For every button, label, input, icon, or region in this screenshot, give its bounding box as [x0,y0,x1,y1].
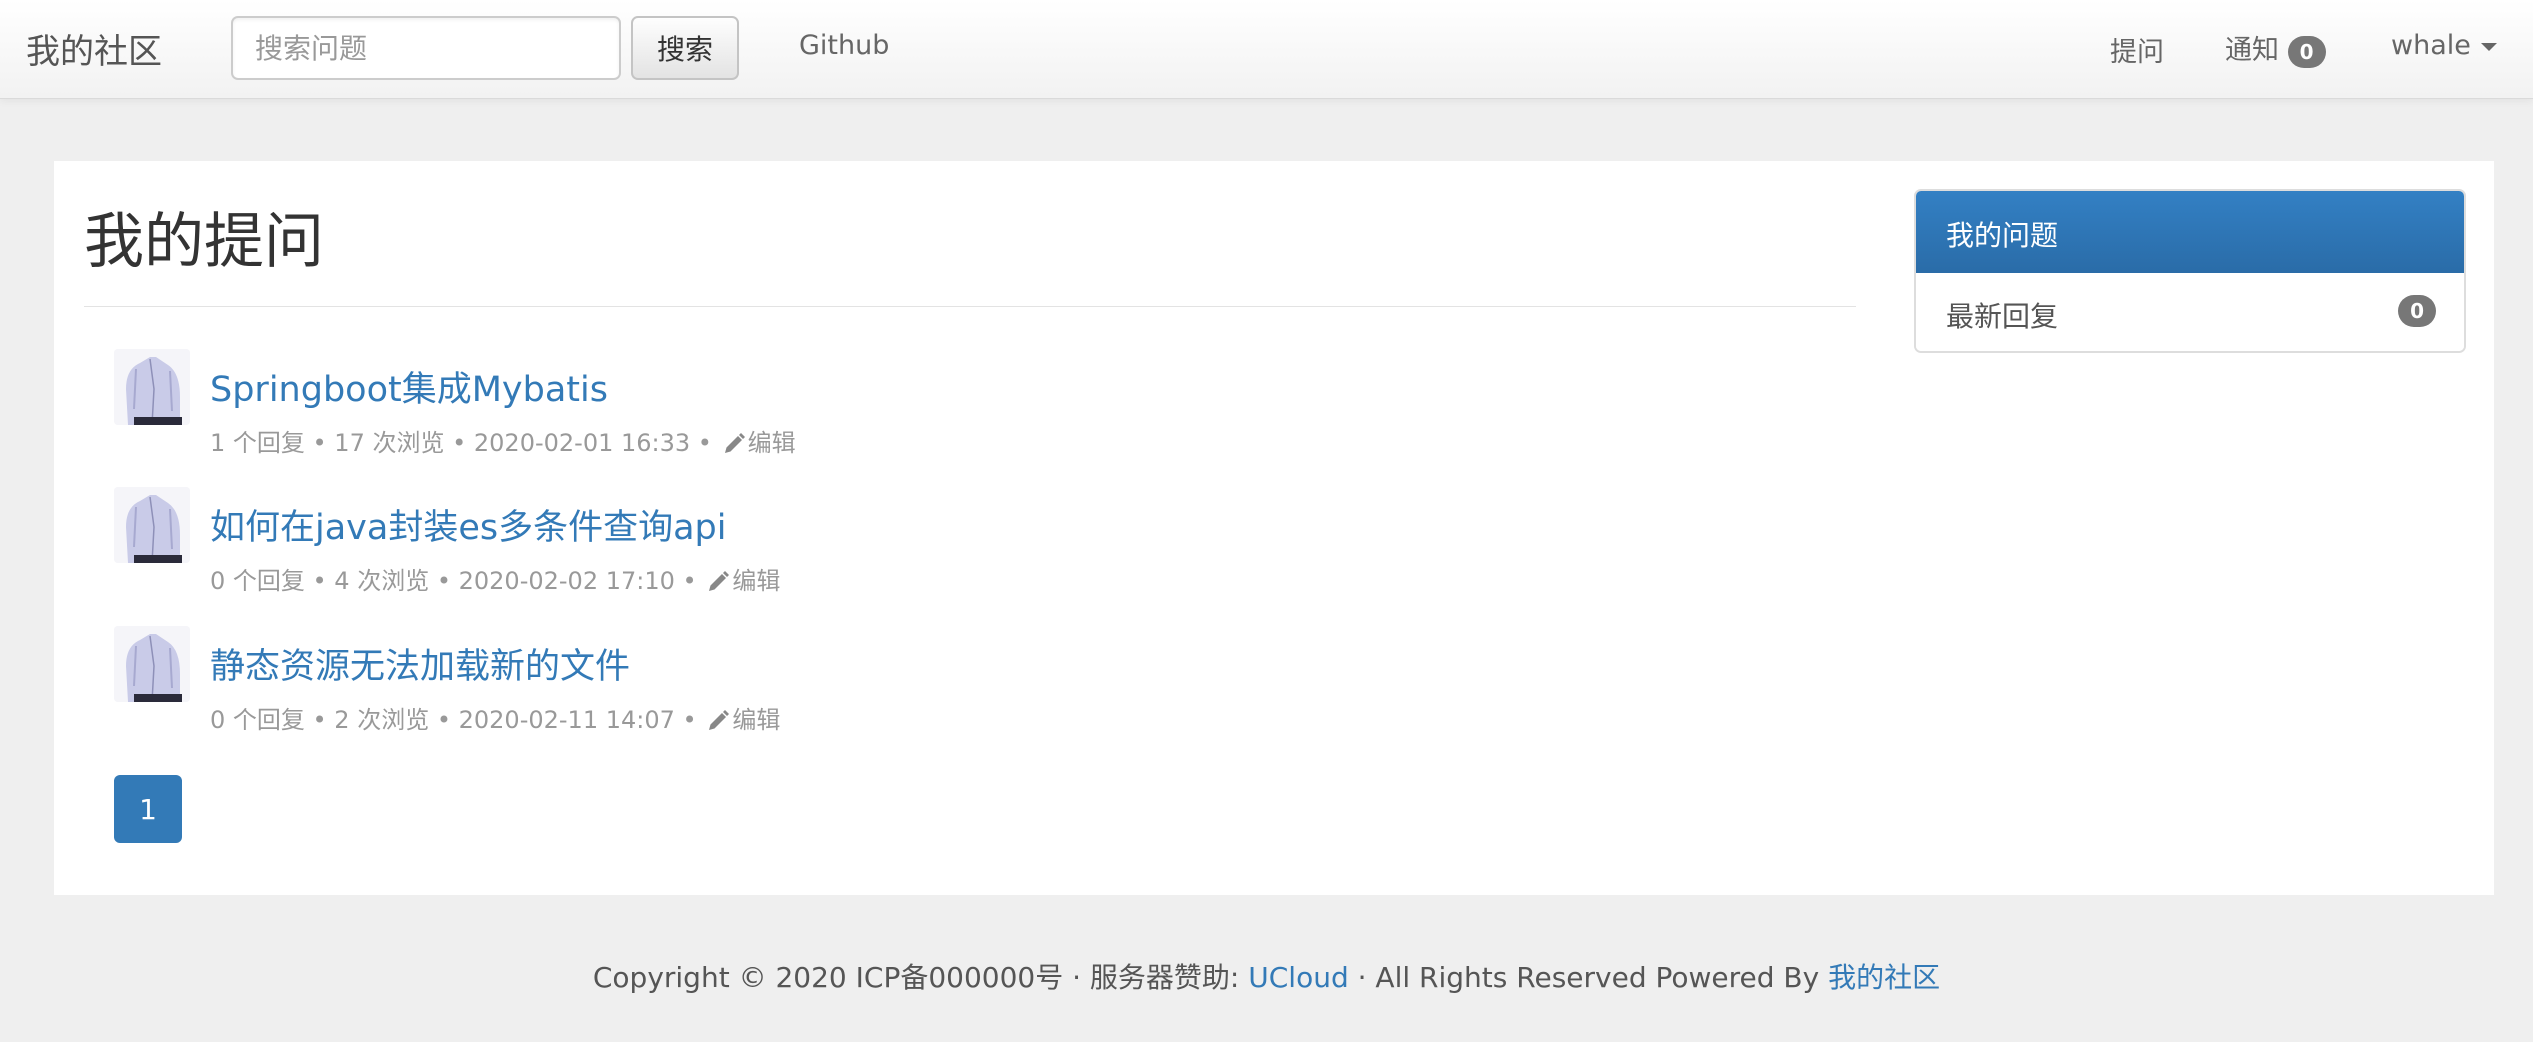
reply-count-badge: 0 [2398,295,2436,327]
github-link[interactable]: Github [799,30,889,61]
footer-copyright: Copyright © 2020 ICP备000000号 · 服务器赞助: [592,961,1249,994]
notify-label: 通知 [2225,35,2279,66]
ask-link[interactable]: 提问 [2110,30,2164,69]
edit-link[interactable]: 编辑 [720,429,796,457]
question-meta: 0 个回复 • 2 次浏览 • 2020-02-11 14:07 • 编辑 [210,700,780,735]
search-input[interactable] [231,16,621,80]
search-button[interactable]: 搜索 [631,16,739,80]
side-item-latest-replies[interactable]: 最新回复 0 [1916,273,2464,351]
side-item-my-questions[interactable]: 我的问题 [1916,191,2464,273]
question-title-link[interactable]: 静态资源无法加载新的文件 [210,638,630,689]
question-item: Springboot集成Mybatis 1 个回复 • 17 次浏览 • 202… [114,349,1314,457]
question-meta-text: 0 个回复 • 4 次浏览 • 2020-02-02 17:10 • [210,567,697,595]
top-navbar: 我的社区 搜索 Github 提问 通知 0 whale [0,0,2533,99]
notify-link[interactable]: 通知 0 [2225,28,2326,68]
title-divider [84,306,1856,307]
sponsor-link[interactable]: UCloud [1248,961,1348,994]
avatar[interactable] [114,349,190,425]
pencil-icon [709,571,730,591]
page-title: 我的提问 [84,207,324,277]
brand-logo[interactable]: 我的社区 [26,24,162,73]
question-item: 如何在java封装es多条件查询api 0 个回复 • 4 次浏览 • 2020… [114,487,1314,595]
question-meta: 1 个回复 • 17 次浏览 • 2020-02-01 16:33 • 编辑 [210,423,796,458]
site-link[interactable]: 我的社区 [1828,961,1940,994]
pencil-icon [709,710,730,730]
edit-label: 编辑 [747,429,796,457]
edit-label: 编辑 [732,706,781,734]
chevron-down-icon [2480,42,2497,51]
avatar[interactable] [114,487,190,563]
side-item-label: 最新回复 [1946,300,2059,333]
footer-rights: · All Rights Reserved Powered By [1348,961,1829,994]
edit-link[interactable]: 编辑 [704,706,780,734]
user-name: whale [2391,30,2471,61]
avatar[interactable] [114,626,190,702]
pagination-page-1[interactable]: 1 [114,775,182,843]
question-item: 静态资源无法加载新的文件 0 个回复 • 2 次浏览 • 2020-02-11 … [114,626,1314,734]
question-title-link[interactable]: 如何在java封装es多条件查询api [210,499,727,550]
pencil-icon [724,433,745,453]
question-title-link[interactable]: Springboot集成Mybatis [210,361,608,412]
side-nav: 我的问题 最新回复 0 [1914,189,2466,353]
edit-link[interactable]: 编辑 [704,567,780,595]
question-meta: 0 个回复 • 4 次浏览 • 2020-02-02 17:10 • 编辑 [210,561,780,596]
avatar-image [114,349,190,425]
footer: Copyright © 2020 ICP备000000号 · 服务器赞助: UC… [0,956,2533,996]
main-panel: 我的提问 Springboot集成Mybatis 1 个回复 • 17 次浏览 … [54,161,2494,895]
question-meta-text: 0 个回复 • 2 次浏览 • 2020-02-11 14:07 • [210,706,697,734]
avatar-image [114,487,190,563]
user-menu[interactable]: whale [2391,30,2497,61]
avatar-image [114,626,190,702]
question-meta-text: 1 个回复 • 17 次浏览 • 2020-02-01 16:33 • [210,429,712,457]
edit-label: 编辑 [732,567,781,595]
notify-count-badge: 0 [2287,35,2326,68]
